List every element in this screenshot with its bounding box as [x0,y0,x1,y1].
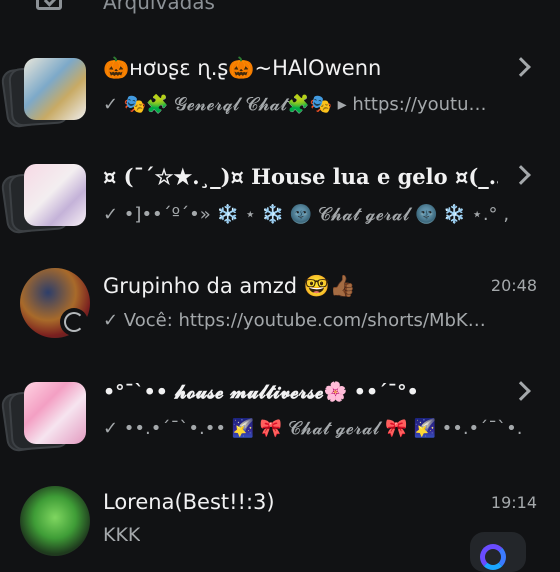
chat-name: Grupinho da amzd 🤓👍🏾 [103,274,357,298]
chat-row[interactable]: 🎃ʜơʋʂɛ ɳ.ʂ🎃~HAlOwenn ✓ 🎭🧩 𝓖𝓮𝓷𝓮𝓻𝓺𝓵 𝓒𝓱𝓪𝓽🧩🎭… [0,0,560,129]
chevron-right-icon[interactable] [511,381,531,401]
chat-time: 20:48 [490,276,537,295]
chat-name: ¤ (¯´☆★.¸_)¤ House lua e gelo ¤(_… [103,164,498,189]
chevron-right-icon[interactable] [511,57,531,77]
chat-name: 🎃ʜơʋʂɛ ɳ.ʂ🎃~HAlOwenn [103,56,382,80]
chat-preview: ✓ Você: https://youtube.com/shorts/MbK… [103,310,486,331]
chat-row[interactable]: ¤ (¯´☆★.¸_)¤ House lua e gelo ¤(_… ✓ •]•… [0,110,560,235]
contact-avatar [4,486,90,566]
meta-ai-icon[interactable] [470,532,526,572]
chat-time: 19:14 [490,493,537,512]
chat-preview: ✓ ••.•´¯`•.•• 🌠 🎀 𝓒𝓱𝓪𝓽 𝓰𝓮𝓻𝓪𝓵 🎀 🌠 ••.•´¯`… [103,418,523,439]
chat-name: Lorena(Best!!:3) [103,490,275,514]
chat-preview: KKK [103,524,141,546]
chat-name: •°¯`•• 𝓱𝓸𝓾𝓼𝓮 𝓶𝓾𝓵𝓽𝓲𝓿𝓮𝓻𝓼𝓮🌸 ••´¯°• [103,381,419,403]
chat-row[interactable]: Grupinho da amzd 🤓👍🏾 ✓ Você: https://you… [0,220,560,338]
chevron-right-icon[interactable] [511,165,531,185]
chat-row[interactable]: •°¯`•• 𝓱𝓸𝓾𝓼𝓮 𝓶𝓾𝓵𝓽𝓲𝓿𝓮𝓻𝓼𝓮🌸 ••´¯°• ✓ ••.•´¯… [0,330,560,453]
